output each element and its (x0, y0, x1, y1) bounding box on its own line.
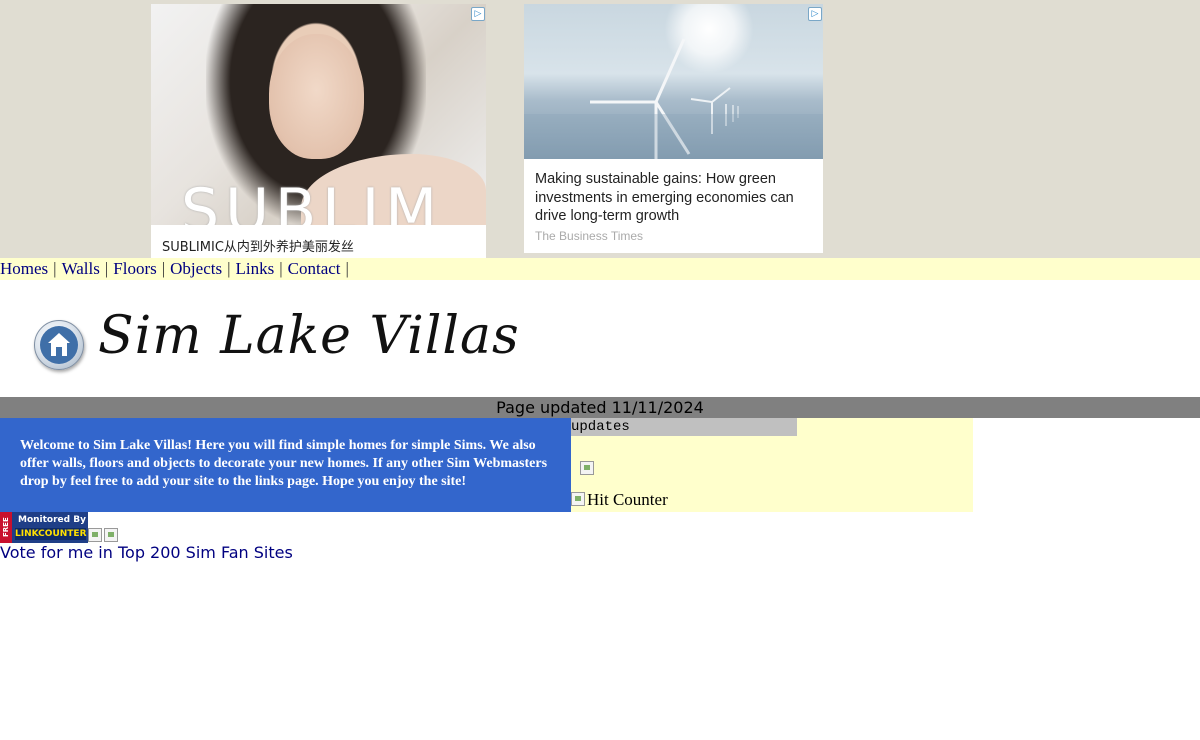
ad-caption[interactable]: SUBLIMIC从内到外养护美丽发丝 (162, 236, 354, 255)
badge-line2: LINKCOUNTER (15, 528, 87, 540)
ad-shampoo[interactable]: SUBLIM ▷ SUBLIMIC从内到外养护美丽发丝 (151, 4, 486, 258)
broken-image-icon (571, 492, 585, 506)
house-icon (48, 333, 70, 356)
broken-image-icon[interactable] (104, 528, 118, 542)
nav-contact[interactable]: Contact (288, 259, 341, 278)
nav-separator: | (345, 259, 349, 278)
top-nav: Homes | Walls | Floors | Objects | Links | Contact… (0, 258, 1200, 280)
updates-heading: updates (571, 418, 797, 436)
badge-free-label: FREE (0, 512, 12, 543)
hit-counter[interactable]: Hit Counter (571, 490, 668, 510)
adchoices-icon[interactable]: ▷ (808, 7, 822, 21)
linkcounter-badge[interactable]: FREE Monitored By LINKCOUNTER (0, 512, 88, 543)
nav-floors[interactable]: Floors (113, 259, 156, 278)
ad-headline[interactable]: Making sustainable gains: How green inve… (535, 170, 815, 226)
ad-model-image[interactable]: SUBLIM (151, 4, 486, 225)
house-globe-inner (40, 326, 78, 364)
ad-banner-area: SUBLIM ▷ SUBLIMIC从内到外养护美丽发丝 ▷ Making sus… (0, 0, 1200, 258)
adchoices-icon[interactable]: ▷ (471, 7, 485, 21)
wind-turbines-illustration (524, 38, 823, 159)
site-title: Sim Lake Villas (98, 306, 520, 366)
nav-separator: | (104, 259, 109, 278)
ad-source[interactable]: The Business Times (535, 229, 643, 243)
hit-counter-alt: Hit Counter (587, 490, 668, 509)
ad-model-face (269, 34, 364, 159)
badge-line1: Monitored By (18, 515, 86, 525)
nav-separator: | (53, 259, 57, 278)
ad-wind-turbine-image[interactable] (524, 4, 823, 159)
nav-objects[interactable]: Objects (170, 259, 222, 278)
nav-walls[interactable]: Walls (62, 259, 100, 278)
welcome-panel: Welcome to Sim Lake Villas! Here you wil… (0, 418, 571, 512)
broken-image-icon (580, 461, 594, 475)
ad-green-investment[interactable]: ▷ Making sustainable gains: How green in… (524, 4, 823, 253)
nav-separator: | (227, 259, 231, 278)
ad-brand-text: SUBLIM (181, 176, 444, 225)
nav-separator: | (161, 259, 166, 278)
nav-separator: | (279, 259, 283, 278)
house-globe-icon (34, 320, 84, 370)
vote-top200-link[interactable]: Vote for me in Top 200 Sim Fan Sites (0, 543, 293, 562)
broken-image-icon[interactable] (88, 528, 102, 542)
page-updated-bar: Page updated 11/11/2024 (0, 397, 1200, 418)
nav-links[interactable]: Links (236, 259, 275, 278)
nav-homes[interactable]: Homes (0, 259, 48, 278)
welcome-text: Welcome to Sim Lake Villas! Here you wil… (20, 438, 548, 489)
updates-panel: updates Hit Counter (571, 418, 973, 512)
